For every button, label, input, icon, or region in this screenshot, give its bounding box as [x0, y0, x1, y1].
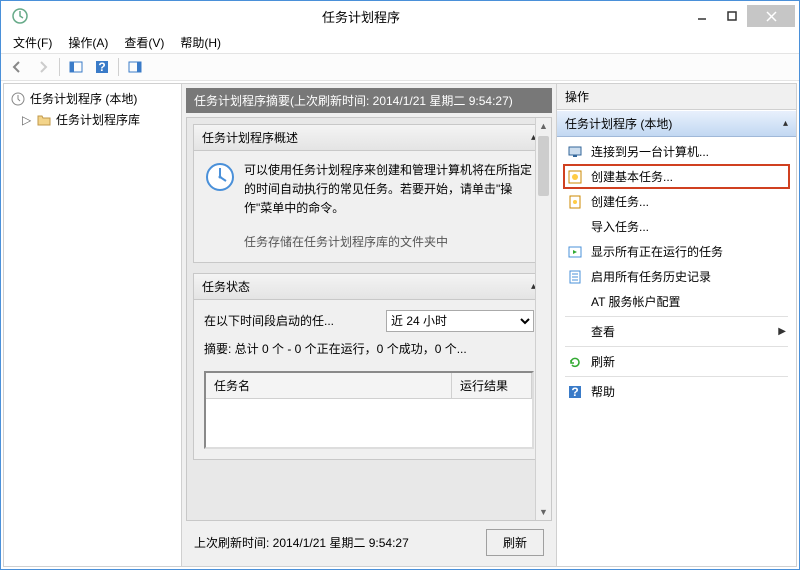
workarea: 任务计划程序 (本地) ▷ 任务计划程序库 任务计划程序摘要(上次刷新时间: 2…	[3, 83, 797, 567]
last-refresh-label: 上次刷新时间: 2014/1/21 星期二 9:54:27	[194, 534, 409, 551]
status-title: 任务状态	[202, 278, 250, 295]
folder-icon	[36, 112, 52, 128]
vertical-scrollbar[interactable]: ▲ ▼	[535, 118, 551, 520]
back-button[interactable]	[5, 56, 29, 78]
view-icon	[567, 324, 583, 340]
running-icon	[567, 244, 583, 260]
action-label: 帮助	[591, 383, 615, 400]
menu-action[interactable]: 操作(A)	[62, 32, 114, 53]
action-label: 连接到另一台计算机...	[591, 143, 709, 160]
clock-icon	[10, 91, 26, 107]
menu-file[interactable]: 文件(F)	[7, 32, 58, 53]
refresh-button[interactable]: 刷新	[486, 529, 544, 556]
computer-icon	[567, 144, 583, 160]
separator	[565, 316, 788, 317]
tree-library-label: 任务计划程序库	[56, 111, 140, 128]
scroll-down-icon[interactable]: ▼	[536, 504, 551, 520]
action-label: 创建基本任务...	[591, 168, 673, 185]
submenu-icon: ▶	[778, 326, 786, 337]
separator	[565, 346, 788, 347]
action-label: 查看	[591, 323, 770, 340]
action-refresh[interactable]: 刷新	[557, 349, 796, 374]
scroll-up-icon[interactable]: ▲	[536, 118, 551, 134]
help-icon: ?	[567, 384, 583, 400]
col-run-result[interactable]: 运行结果	[452, 373, 532, 398]
action-at-account[interactable]: AT 服务帐户配置	[557, 289, 796, 314]
history-icon	[567, 269, 583, 285]
action-import-task[interactable]: 导入任务...	[557, 214, 796, 239]
actions-group-label: 任务计划程序 (本地)	[565, 115, 672, 132]
show-tree-button[interactable]	[64, 56, 88, 78]
menubar: 文件(F) 操作(A) 查看(V) 帮助(H)	[1, 31, 799, 53]
center-pane: 任务计划程序摘要(上次刷新时间: 2014/1/21 星期二 9:54:27) …	[182, 84, 556, 566]
tree-library[interactable]: ▷ 任务计划程序库	[8, 109, 177, 130]
action-help[interactable]: ? 帮助	[557, 379, 796, 404]
refresh-icon	[567, 354, 583, 370]
status-panel: 任务状态 ▴ 在以下时间段启动的任... 近 24 小时 摘要: 总计 0 个 …	[193, 273, 545, 460]
tree-root[interactable]: 任务计划程序 (本地)	[8, 88, 177, 109]
summary-header: 任务计划程序摘要(上次刷新时间: 2014/1/21 星期二 9:54:27)	[186, 88, 552, 113]
col-task-name[interactable]: 任务名	[206, 373, 452, 398]
import-icon	[567, 219, 583, 235]
svg-text:?: ?	[98, 60, 105, 74]
actions-header: 操作	[557, 84, 796, 110]
svg-text:?: ?	[571, 385, 578, 399]
action-label: 创建任务...	[591, 193, 649, 210]
collapse-icon: ▴	[783, 118, 788, 129]
status-panel-header[interactable]: 任务状态 ▴	[194, 274, 544, 300]
overview-panel: 任务计划程序概述 ▴ 可以使用任务计划程序来创建和管理计算机将在所指定的时间自动…	[193, 124, 545, 263]
toolbar-separator	[118, 58, 119, 76]
action-label: AT 服务帐户配置	[591, 293, 681, 310]
task-table: 任务名 运行结果	[204, 371, 534, 449]
help-button[interactable]: ?	[90, 56, 114, 78]
action-view[interactable]: 查看 ▶	[557, 319, 796, 344]
expand-icon[interactable]: ▷	[22, 113, 32, 127]
clock-icon	[204, 161, 236, 193]
action-create-basic-task[interactable]: 创建基本任务...	[563, 164, 790, 189]
tree-root-label: 任务计划程序 (本地)	[30, 90, 137, 107]
actions-group-header[interactable]: 任务计划程序 (本地) ▴	[557, 110, 796, 137]
show-actions-button[interactable]	[123, 56, 147, 78]
toolbar-separator	[59, 58, 60, 76]
task-icon	[567, 194, 583, 210]
account-icon	[567, 294, 583, 310]
action-enable-history[interactable]: 启用所有任务历史记录	[557, 264, 796, 289]
action-show-running[interactable]: 显示所有正在运行的任务	[557, 239, 796, 264]
action-label: 导入任务...	[591, 218, 649, 235]
status-period-label: 在以下时间段启动的任...	[204, 312, 376, 329]
actions-list: 连接到另一台计算机... 创建基本任务... 创建任务... 导入任务... 显…	[557, 137, 796, 406]
action-label: 启用所有任务历史记录	[591, 268, 711, 285]
overview-cut-text: 任务存储在任务计划程序库的文件夹中	[244, 233, 534, 252]
overview-panel-header[interactable]: 任务计划程序概述 ▴	[194, 125, 544, 151]
maximize-button[interactable]	[717, 5, 747, 27]
action-create-task[interactable]: 创建任务...	[557, 189, 796, 214]
forward-button[interactable]	[31, 56, 55, 78]
menu-view[interactable]: 查看(V)	[118, 32, 170, 53]
window-title: 任务计划程序	[35, 7, 687, 26]
tree-pane: 任务计划程序 (本地) ▷ 任务计划程序库	[4, 84, 182, 566]
titlebar: 任务计划程序	[1, 1, 799, 31]
separator	[565, 376, 788, 377]
close-button[interactable]	[747, 5, 795, 27]
status-summary: 摘要: 总计 0 个 - 0 个正在运行，0 个成功，0 个...	[204, 340, 534, 357]
actions-pane: 操作 任务计划程序 (本地) ▴ 连接到另一台计算机... 创建基本任务... …	[556, 84, 796, 566]
overview-text: 可以使用任务计划程序来创建和管理计算机将在所指定的时间自动执行的常见任务。若要开…	[244, 161, 534, 219]
center-scroll: 任务计划程序概述 ▴ 可以使用任务计划程序来创建和管理计算机将在所指定的时间自动…	[186, 117, 552, 521]
wizard-icon	[567, 169, 583, 185]
scroll-thumb[interactable]	[538, 136, 549, 196]
toolbar: ?	[1, 53, 799, 81]
app-icon	[11, 7, 29, 25]
overview-title: 任务计划程序概述	[202, 129, 298, 146]
action-label: 显示所有正在运行的任务	[591, 243, 723, 260]
footer-row: 上次刷新时间: 2014/1/21 星期二 9:54:27 刷新	[186, 523, 552, 562]
action-connect[interactable]: 连接到另一台计算机...	[557, 139, 796, 164]
minimize-button[interactable]	[687, 5, 717, 27]
menu-help[interactable]: 帮助(H)	[174, 32, 227, 53]
action-label: 刷新	[591, 353, 615, 370]
status-period-select[interactable]: 近 24 小时	[386, 310, 534, 332]
